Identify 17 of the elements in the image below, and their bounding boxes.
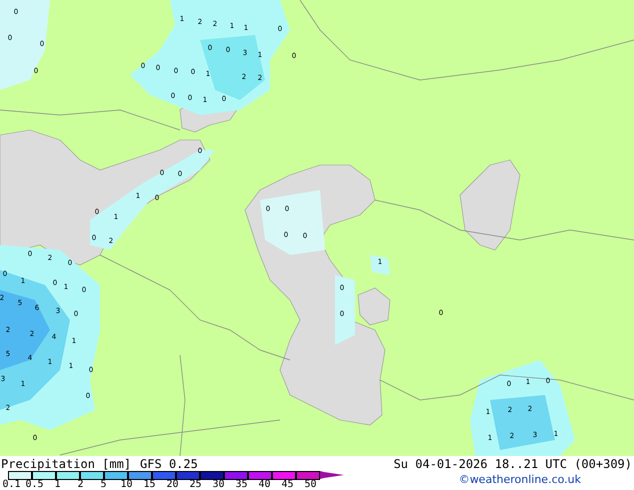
map-title: Precipitation [mm] [1,456,132,470]
model-name: GFS 0.25 [140,456,198,470]
copyright-link[interactable]: ©weatheronline.co.uk [458,473,581,486]
legend-tick-label: 45 [280,479,295,490]
legend-tick-label: 35 [234,479,249,490]
legend-tick-label: 0.1 [1,479,22,490]
legend-tick-label: 50 [303,479,318,490]
legend-arrow-icon [320,471,344,479]
legend-tick-label: 40 [257,479,272,490]
legend-tick-label: 25 [188,479,203,490]
legend-tick-label: 15 [142,479,157,490]
valid-time: Su 04-01-2026 18..21 UTC (00+309) [394,456,633,470]
legend-tick-label: 20 [165,479,180,490]
legend-tick-label: 1 [53,479,62,490]
legend-tick-label: 0.5 [24,479,45,490]
legend-tick-label: 5 [99,479,108,490]
legend-tick-label: 10 [119,479,134,490]
